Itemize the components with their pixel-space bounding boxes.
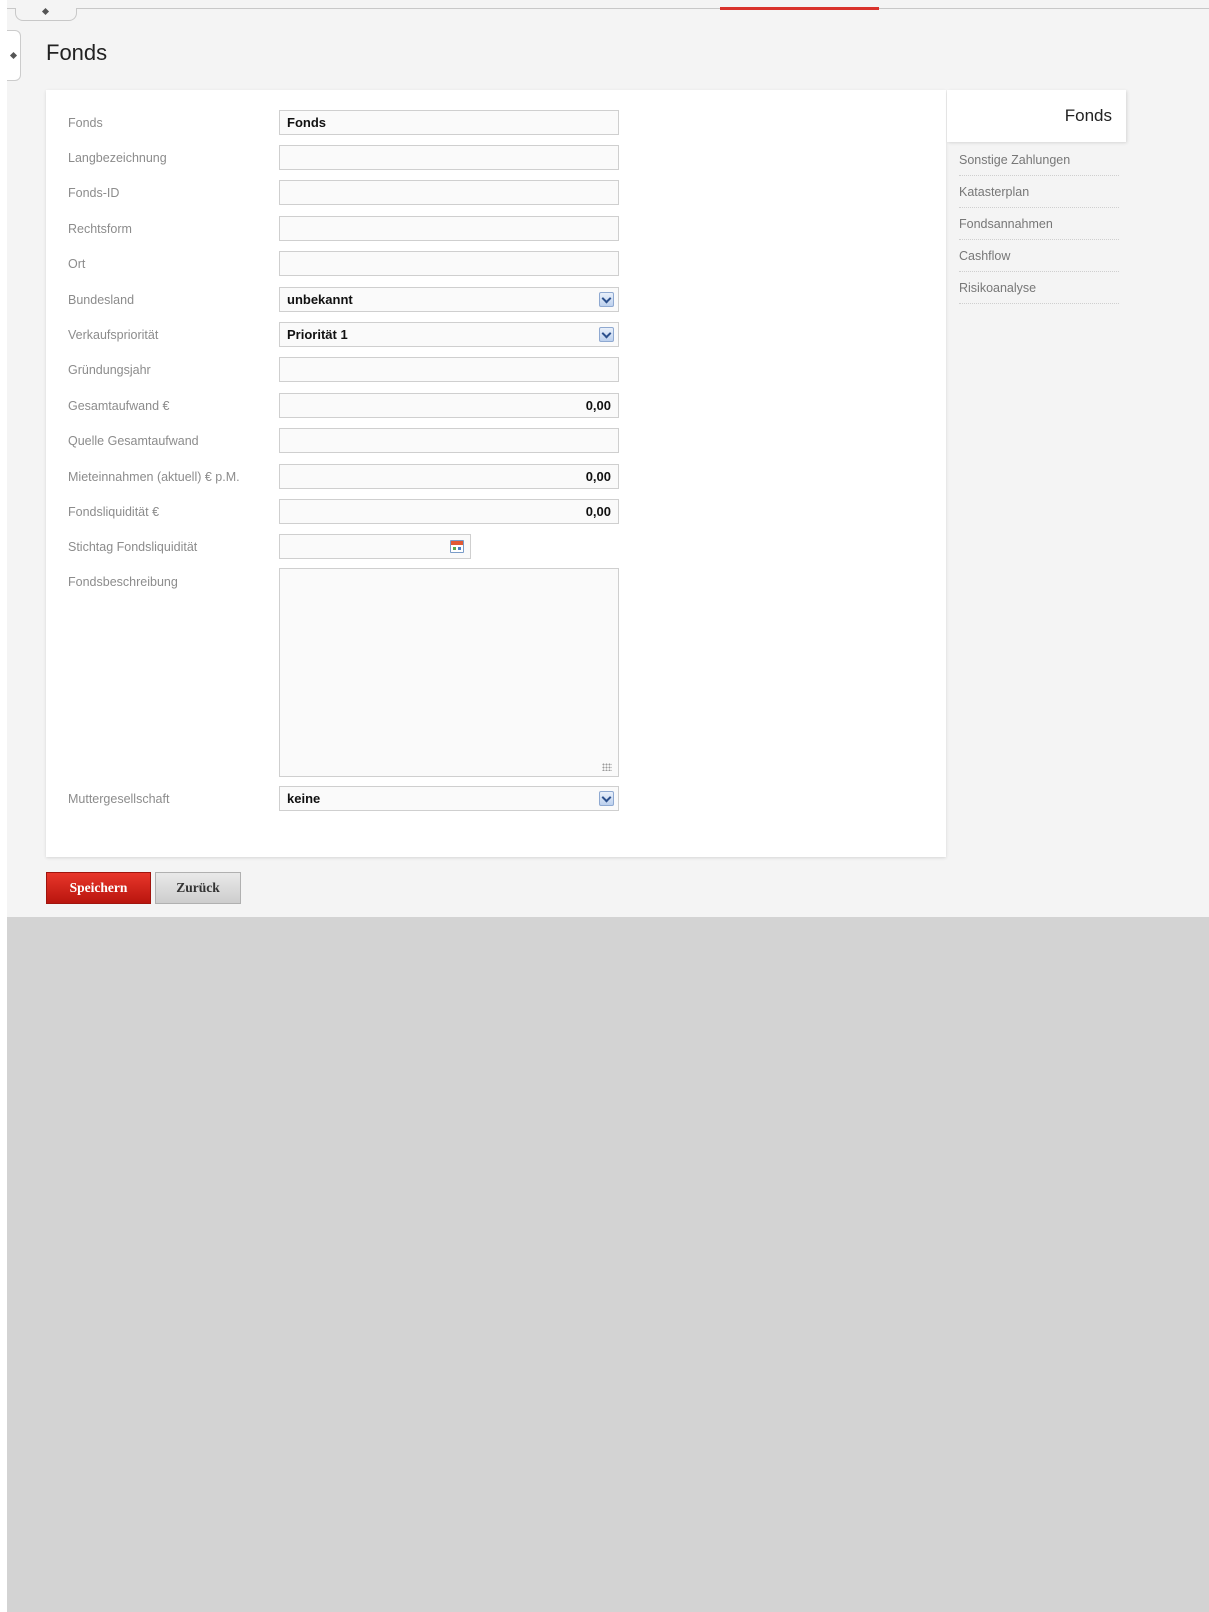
label-bundesland: Bundesland	[68, 293, 135, 307]
verkaufsprioritaet-value: Priorität 1	[287, 327, 348, 342]
top-divider	[7, 8, 1209, 9]
side-collapse-handle[interactable]	[7, 30, 21, 81]
side-nav-item-katasterplan[interactable]: Katasterplan	[959, 177, 1119, 208]
label-stichtag-fondsliquiditaet: Stichtag Fondsliquidität	[68, 540, 198, 554]
quelle-gesamtaufwand-input[interactable]	[279, 428, 619, 453]
app-area: Fonds Fonds Fonds Langbezeichnung Fonds-…	[7, 0, 1209, 917]
bundesland-value: unbekannt	[287, 292, 353, 307]
label-fonds-id: Fonds-ID	[68, 186, 120, 200]
chevron-down-icon[interactable]	[599, 327, 614, 342]
muttergesellschaft-select[interactable]: keine	[279, 786, 619, 811]
fonds-input[interactable]: Fonds	[279, 110, 619, 135]
chevron-down-icon[interactable]	[599, 791, 614, 806]
fonds-form: Fonds Fonds Langbezeichnung Fonds-ID Rec…	[46, 90, 946, 857]
rechtsform-input[interactable]	[279, 216, 619, 241]
label-verkaufsprioritaet: Verkaufspriorität	[68, 328, 159, 342]
muttergesellschaft-value: keine	[287, 791, 321, 806]
fonds-id-input[interactable]	[279, 180, 619, 205]
bundesland-select[interactable]: unbekannt	[279, 287, 619, 312]
save-button[interactable]: Speichern	[46, 872, 151, 904]
side-nav-active-fonds[interactable]: Fonds	[947, 90, 1126, 142]
side-nav-item-cashflow[interactable]: Cashflow	[959, 241, 1119, 272]
label-fondsbeschreibung: Fondsbeschreibung	[68, 575, 178, 589]
left-margin	[0, 0, 7, 1612]
ort-input[interactable]	[279, 251, 619, 276]
side-nav-item-risikoanalyse[interactable]: Risikoanalyse	[959, 273, 1119, 304]
gesamtaufwand-input[interactable]: 0,00	[279, 393, 619, 418]
fondsliquiditaet-input[interactable]: 0,00	[279, 499, 619, 524]
mieteinnahmen-input[interactable]: 0,00	[279, 464, 619, 489]
label-mieteinnahmen: Mieteinnahmen (aktuell) € p.M.	[68, 470, 240, 484]
side-nav-item-sonstige-zahlungen[interactable]: Sonstige Zahlungen	[959, 145, 1119, 176]
calendar-icon[interactable]	[450, 540, 464, 553]
verkaufsprioritaet-select[interactable]: Priorität 1	[279, 322, 619, 347]
side-nav-item-fondsannahmen[interactable]: Fondsannahmen	[959, 209, 1119, 240]
label-muttergesellschaft: Muttergesellschaft	[68, 792, 170, 806]
label-fondsliquiditaet: Fondsliquidität €	[68, 505, 160, 519]
collapse-icon	[41, 7, 50, 16]
page-title: Fonds	[46, 40, 108, 65]
fondsbeschreibung-textarea[interactable]	[279, 568, 619, 777]
label-gesamtaufwand: Gesamtaufwand €	[68, 399, 170, 413]
label-langbezeichnung: Langbezeichnung	[68, 151, 167, 165]
label-ort: Ort	[68, 257, 86, 271]
back-button[interactable]: Zurück	[155, 872, 241, 904]
gruendungsjahr-input[interactable]	[279, 357, 619, 382]
langbezeichnung-input[interactable]	[279, 145, 619, 170]
label-quelle-gesamtaufwand: Quelle Gesamtaufwand	[68, 434, 199, 448]
label-fonds: Fonds	[68, 116, 103, 130]
label-gruendungsjahr: Gründungsjahr	[68, 363, 151, 377]
active-nav-indicator	[720, 7, 879, 10]
expand-icon	[9, 51, 18, 60]
chevron-down-icon[interactable]	[599, 292, 614, 307]
top-collapse-tab[interactable]	[15, 7, 77, 21]
resize-grip-icon[interactable]	[602, 763, 612, 771]
stichtag-date-input[interactable]	[279, 534, 471, 559]
label-rechtsform: Rechtsform	[68, 222, 132, 236]
